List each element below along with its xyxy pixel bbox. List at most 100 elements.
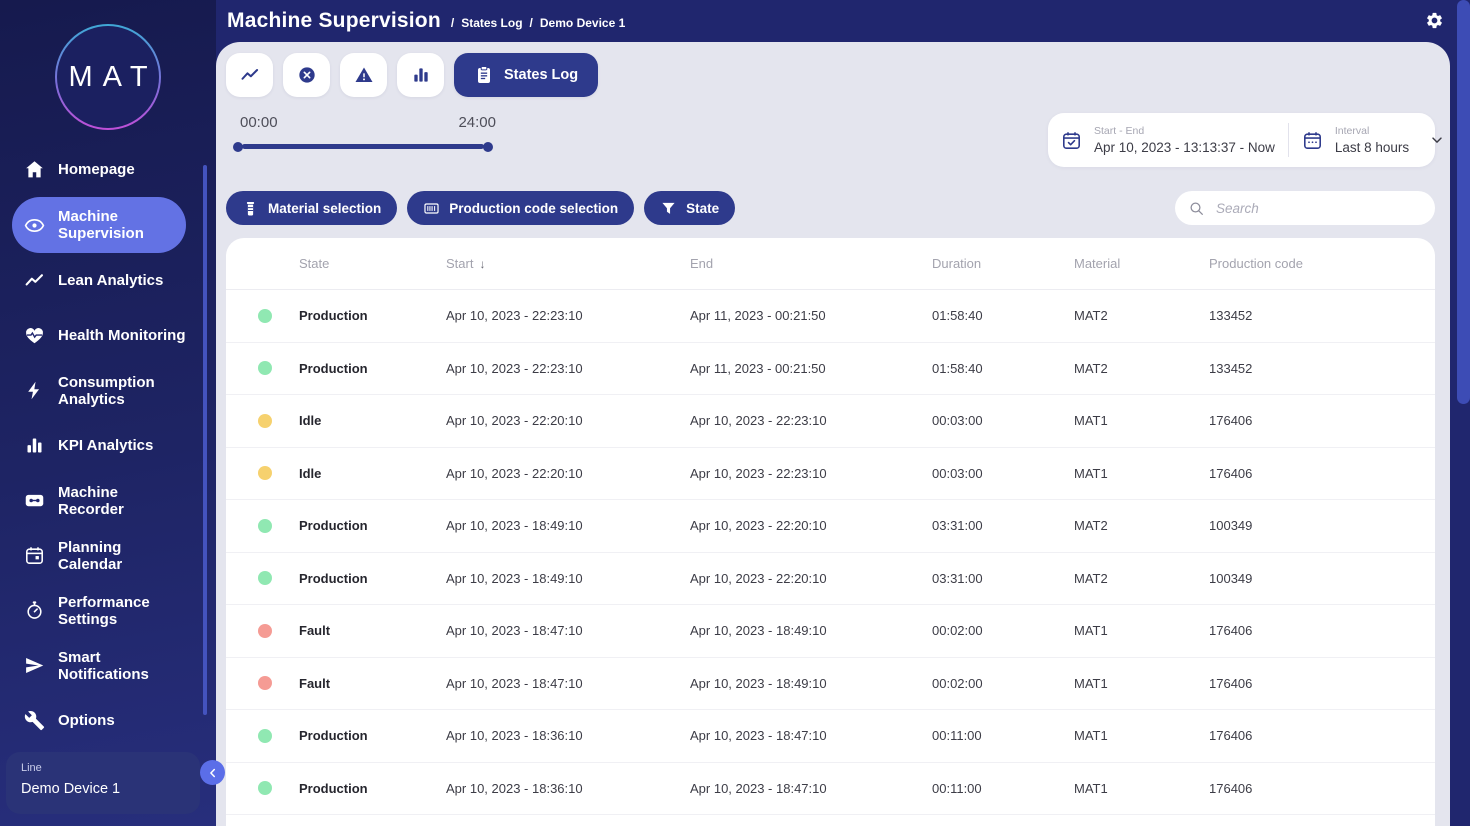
table-row[interactable]: ProductionApr 10, 2023 - 22:23:10Apr 11,… — [226, 343, 1435, 396]
sidebar-item-lean-analytics[interactable]: Lean Analytics — [0, 253, 216, 308]
table-row[interactable]: ProductionApr 10, 2023 - 18:36:10Apr 10,… — [226, 763, 1435, 816]
search-input[interactable] — [1214, 200, 1422, 217]
state-dot — [258, 571, 272, 585]
filter-icon — [660, 200, 677, 217]
column-header-state[interactable]: State — [299, 256, 446, 271]
scrollbar-thumb[interactable] — [1457, 0, 1470, 404]
x-circle-icon — [297, 65, 317, 85]
stopwatch-icon — [24, 600, 45, 621]
column-header-start[interactable]: Start↓ — [446, 256, 690, 271]
state-dot — [258, 676, 272, 690]
sidebar-item-health-monitoring[interactable]: Health Monitoring — [0, 308, 216, 363]
tab-x-circle[interactable] — [283, 53, 330, 97]
home-icon — [24, 159, 45, 180]
column-header-duration[interactable]: Duration — [932, 256, 1074, 271]
cell-state: Production — [299, 518, 446, 533]
slider-handle-start[interactable] — [233, 142, 243, 152]
tab-states-log[interactable]: States Log — [454, 53, 598, 97]
table-row[interactable]: ProductionApr 10, 2023 - 18:36:10Apr 10,… — [226, 710, 1435, 763]
sidebar-item-label: Homepage — [58, 161, 135, 178]
cell-state: Fault — [299, 623, 446, 638]
column-header-end[interactable]: End — [690, 256, 932, 271]
eye-icon — [24, 215, 45, 236]
bar-chart-icon — [411, 65, 431, 85]
table-row[interactable]: IdleApr 10, 2023 - 22:20:10Apr 10, 2023 … — [226, 395, 1435, 448]
cell-production-code: 176406 — [1209, 676, 1435, 691]
cell-production-code: 176406 — [1209, 781, 1435, 796]
table-row[interactable]: IdleApr 10, 2023 - 22:20:10Apr 10, 2023 … — [226, 448, 1435, 501]
cell-duration: 00:11:00 — [932, 728, 1074, 743]
state-dot-cell — [226, 729, 299, 743]
interval-text: Interval Last 8 hours — [1335, 125, 1409, 155]
cell-start: Apr 10, 2023 - 18:47:10 — [446, 623, 690, 638]
tab-trend[interactable] — [226, 53, 273, 97]
cell-end: Apr 10, 2023 - 18:49:10 — [690, 623, 932, 638]
cell-end: Apr 10, 2023 - 22:20:10 — [690, 571, 932, 586]
cell-duration: 00:11:00 — [932, 781, 1074, 796]
cell-state: Production — [299, 728, 446, 743]
interval-picker[interactable]: Interval Last 8 hours — [1289, 113, 1458, 167]
column-header-production-code[interactable]: Production code — [1209, 256, 1435, 271]
cell-production-code: 133452 — [1209, 361, 1435, 376]
filter-button-production-code-selection[interactable]: Production code selection — [407, 191, 634, 225]
sidebar-item-label: Consumption Analytics — [58, 374, 186, 408]
interval-label: Interval — [1335, 125, 1409, 137]
sidebar: MAT Homepage Machine SupervisionLean Anal… — [0, 0, 216, 826]
states-table: StateStart↓EndDurationMaterialProduction… — [226, 238, 1435, 826]
table-row[interactable]: ProductionApr 10, 2023 - 18:49:10Apr 10,… — [226, 500, 1435, 553]
page-scrollbar — [1457, 0, 1470, 826]
breadcrumb-item-device[interactable]: Demo Device 1 — [540, 16, 625, 30]
sidebar-item-options[interactable]: Options — [0, 693, 216, 748]
sidebar-item-machine-supervision[interactable]: Machine Supervision — [12, 197, 186, 253]
cell-duration: 00:03:00 — [932, 413, 1074, 428]
sidebar-scrollbar[interactable] — [203, 165, 207, 715]
view-tabs: States Log — [226, 53, 1435, 97]
device-selector[interactable]: Line Demo Device 1 — [6, 752, 200, 814]
filters-row: Material selection Production code select… — [226, 191, 1435, 225]
slider-track[interactable] — [242, 144, 484, 149]
tab-bar-chart[interactable] — [397, 53, 444, 97]
breadcrumb-item-states-log[interactable]: States Log — [461, 16, 522, 30]
cell-start: Apr 10, 2023 - 18:49:10 — [446, 571, 690, 586]
table-row[interactable]: ProductionApr 10, 2023 - 18:49:10Apr 10,… — [226, 553, 1435, 606]
start-end-picker[interactable]: Start - End Apr 10, 2023 - 13:13:37 - No… — [1048, 113, 1288, 167]
tab-warning[interactable] — [340, 53, 387, 97]
cell-state: Production — [299, 571, 446, 586]
sidebar-item-label: Performance Settings — [58, 594, 186, 628]
cell-start: Apr 10, 2023 - 18:49:10 — [446, 518, 690, 533]
logo-inner: MAT — [57, 26, 159, 128]
cell-duration: 01:58:40 — [932, 308, 1074, 323]
filter-button-material-selection[interactable]: Material selection — [226, 191, 397, 225]
cell-duration: 00:02:00 — [932, 676, 1074, 691]
state-dot — [258, 309, 272, 323]
filter-buttons: Material selection Production code select… — [226, 191, 735, 225]
state-dot-cell — [226, 466, 299, 480]
sidebar-item-homepage[interactable]: Homepage — [0, 142, 216, 197]
sidebar-item-kpi-analytics[interactable]: KPI Analytics — [0, 418, 216, 473]
slider-handle-end[interactable] — [483, 142, 493, 152]
state-dot-cell — [226, 624, 299, 638]
sidebar-item-planning-calendar[interactable]: Planning Calendar — [0, 528, 216, 583]
gear-icon — [1425, 11, 1444, 30]
heart-pulse-icon — [24, 325, 45, 346]
table-row[interactable]: FaultApr 10, 2023 - 18:47:10Apr 10, 2023… — [226, 658, 1435, 711]
sidebar-item-machine-recorder[interactable]: Machine Recorder — [0, 473, 216, 528]
sidebar-item-consumption-analytics[interactable]: Consumption Analytics — [0, 363, 216, 418]
cell-production-code: 176406 — [1209, 413, 1435, 428]
state-dot-cell — [226, 361, 299, 375]
filter-button-label: State — [686, 201, 719, 216]
table-row[interactable]: FaultApr 10, 2023 - 18:47:10Apr 10, 2023… — [226, 605, 1435, 658]
material-icon — [242, 200, 259, 217]
filter-button-state[interactable]: State — [644, 191, 735, 225]
settings-button[interactable] — [1425, 11, 1444, 30]
sidebar-item-performance-settings[interactable]: Performance Settings — [0, 583, 216, 638]
sidebar-collapse-button[interactable] — [200, 760, 225, 785]
cell-duration: 00:03:00 — [932, 466, 1074, 481]
cell-end: Apr 11, 2023 - 00:21:50 — [690, 361, 932, 376]
cell-production-code: 100349 — [1209, 518, 1435, 533]
sidebar-item-smart-notifications[interactable]: Smart Notifications — [0, 638, 216, 693]
table-row[interactable]: ProductionApr 10, 2023 - 22:23:10Apr 11,… — [226, 290, 1435, 343]
column-header-material[interactable]: Material — [1074, 256, 1209, 271]
cell-material: MAT1 — [1074, 623, 1209, 638]
time-range-slider: 00:00 24:00 — [240, 113, 502, 149]
